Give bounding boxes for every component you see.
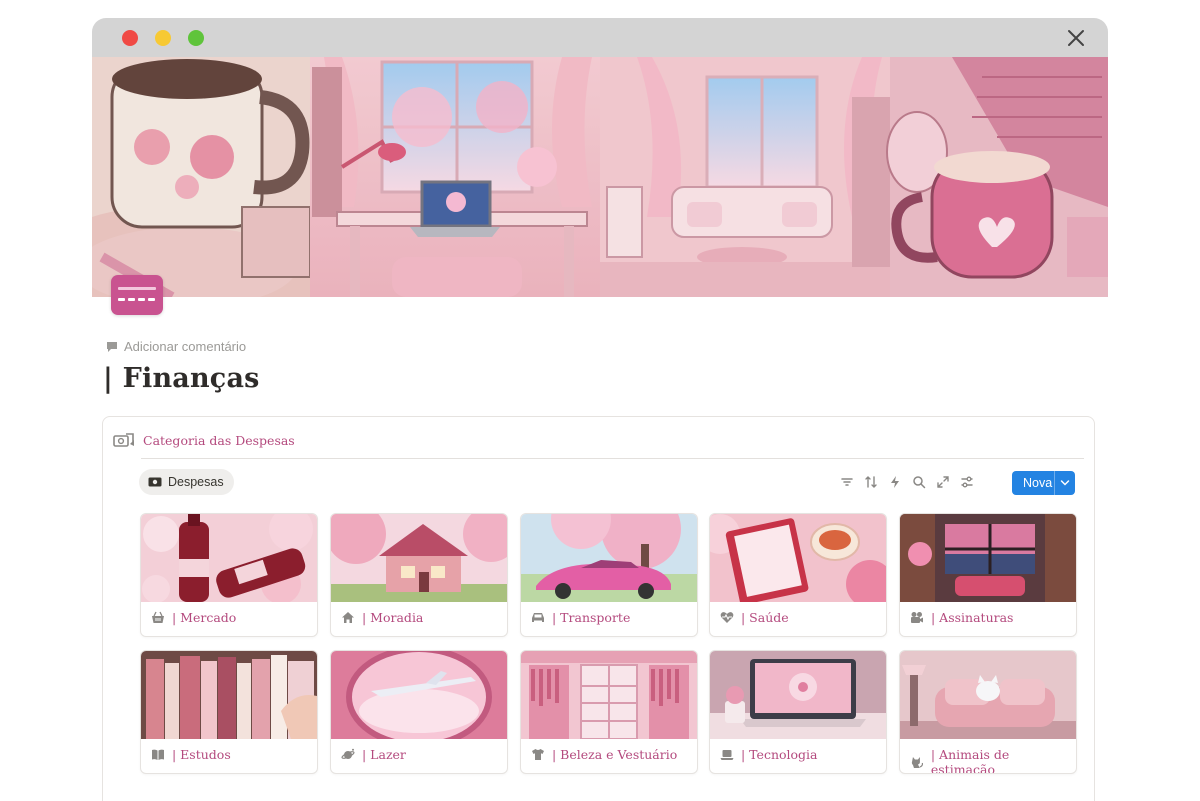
card-dash <box>128 298 135 301</box>
expand-icon[interactable] <box>936 475 950 489</box>
database-title: Categoria das Despesas <box>143 432 295 448</box>
card-title-row: | Beleza e Vestuário <box>531 747 677 762</box>
minimize-window-dot[interactable] <box>155 30 171 46</box>
heart-pulse-icon <box>720 612 734 623</box>
new-entry-button[interactable]: Nova <box>1012 471 1075 495</box>
card-title-row: | Mercado <box>151 610 236 625</box>
card-stripe <box>118 287 156 290</box>
card-estudos[interactable]: | Estudos <box>140 650 318 774</box>
card-cover-image <box>521 651 697 739</box>
card-title-row: | Lazer <box>341 747 406 762</box>
settings-icon[interactable] <box>960 475 974 489</box>
chevron-down-icon <box>1060 480 1070 486</box>
card-title-row: | Transporte <box>531 610 630 625</box>
page-cover-image <box>92 57 1108 297</box>
car-icon <box>532 613 544 622</box>
maximize-window-dot[interactable] <box>188 30 204 46</box>
card-title-row: | Saúde <box>720 610 789 625</box>
card-title-row: | Tecnologia <box>720 747 818 762</box>
card-transporte[interactable]: | Transporte <box>520 513 698 637</box>
app-window: Adicionar comentário | Finanças Categori… <box>92 18 1108 801</box>
card-cover-image <box>141 514 317 602</box>
card-title: | Moradia <box>362 610 424 625</box>
database-toolbar <box>840 475 974 489</box>
add-comment-button[interactable]: Adicionar comentário <box>106 339 246 354</box>
projector-icon <box>911 612 923 623</box>
card-lazer[interactable]: | Lazer <box>330 650 508 774</box>
card-title: | Mercado <box>172 610 237 625</box>
new-dropdown-toggle[interactable] <box>1055 479 1075 487</box>
laptop-icon <box>720 750 734 760</box>
view-tab-label: Despesas <box>168 475 224 489</box>
card-title: | Lazer <box>362 747 406 762</box>
automation-icon[interactable] <box>888 475 902 489</box>
comment-icon <box>107 341 117 352</box>
card-cover-image <box>710 651 886 739</box>
filter-icon[interactable] <box>840 475 854 489</box>
card-cover-image <box>710 514 886 602</box>
home-icon <box>342 612 354 623</box>
card-cover-image <box>900 514 1076 602</box>
database-title-row[interactable]: Categoria das Despesas <box>113 432 295 448</box>
card-saude[interactable]: | Saúde <box>709 513 887 637</box>
card-title: | Estudos <box>172 747 231 762</box>
card-title-row: | Estudos <box>151 747 231 762</box>
sort-icon[interactable] <box>864 475 878 489</box>
card-cover-image <box>900 651 1076 739</box>
shirt-icon <box>532 749 544 760</box>
book-icon <box>152 749 164 760</box>
card-dash <box>118 298 125 301</box>
linked-database: Categoria das Despesas Despesas Nova | M… <box>102 416 1095 801</box>
page-icon[interactable] <box>111 275 163 315</box>
card-cover-image <box>331 651 507 739</box>
card-dash <box>138 298 145 301</box>
card-title: | Saúde <box>741 610 789 625</box>
card-assinaturas[interactable]: | Assinaturas <box>899 513 1077 637</box>
card-title: | Assinaturas <box>931 610 1014 625</box>
card-cover-image <box>141 651 317 739</box>
card-title: | Transporte <box>552 610 631 625</box>
divider <box>141 458 1084 459</box>
card-tecnologia[interactable]: | Tecnologia <box>709 650 887 774</box>
card-title: | Beleza e Vestuário <box>552 747 678 762</box>
close-icon[interactable] <box>1066 28 1086 48</box>
view-tab-despesas[interactable]: Despesas <box>139 469 234 495</box>
card-cover-image <box>521 514 697 602</box>
card-moradia[interactable]: | Moradia <box>330 513 508 637</box>
planet-icon <box>341 748 355 759</box>
money-icon <box>113 433 134 447</box>
card-animais-de-estimacao[interactable]: | Animais de estimação <box>899 650 1077 774</box>
card-title-row: | Animais de estimação <box>910 747 1076 774</box>
card-mercado[interactable]: | Mercado <box>140 513 318 637</box>
window-titlebar <box>92 18 1108 57</box>
card-beleza-vestuario[interactable]: | Beleza e Vestuário <box>520 650 698 774</box>
card-cover-image <box>331 514 507 602</box>
card-title: | Tecnologia <box>741 747 818 762</box>
add-comment-label: Adicionar comentário <box>124 339 247 354</box>
cat-icon <box>911 756 924 768</box>
search-icon[interactable] <box>912 475 926 489</box>
grocery-basket-icon <box>152 611 164 623</box>
close-window-dot[interactable] <box>122 30 138 46</box>
banknote-icon <box>148 477 162 487</box>
card-title-row: | Assinaturas <box>910 610 1013 625</box>
card-dash <box>148 298 155 301</box>
new-button-label: Nova <box>1023 476 1053 490</box>
page-title[interactable]: | Finanças <box>103 363 260 394</box>
card-title-row: | Moradia <box>341 610 423 625</box>
card-title: | Animais de estimação <box>930 747 1010 774</box>
